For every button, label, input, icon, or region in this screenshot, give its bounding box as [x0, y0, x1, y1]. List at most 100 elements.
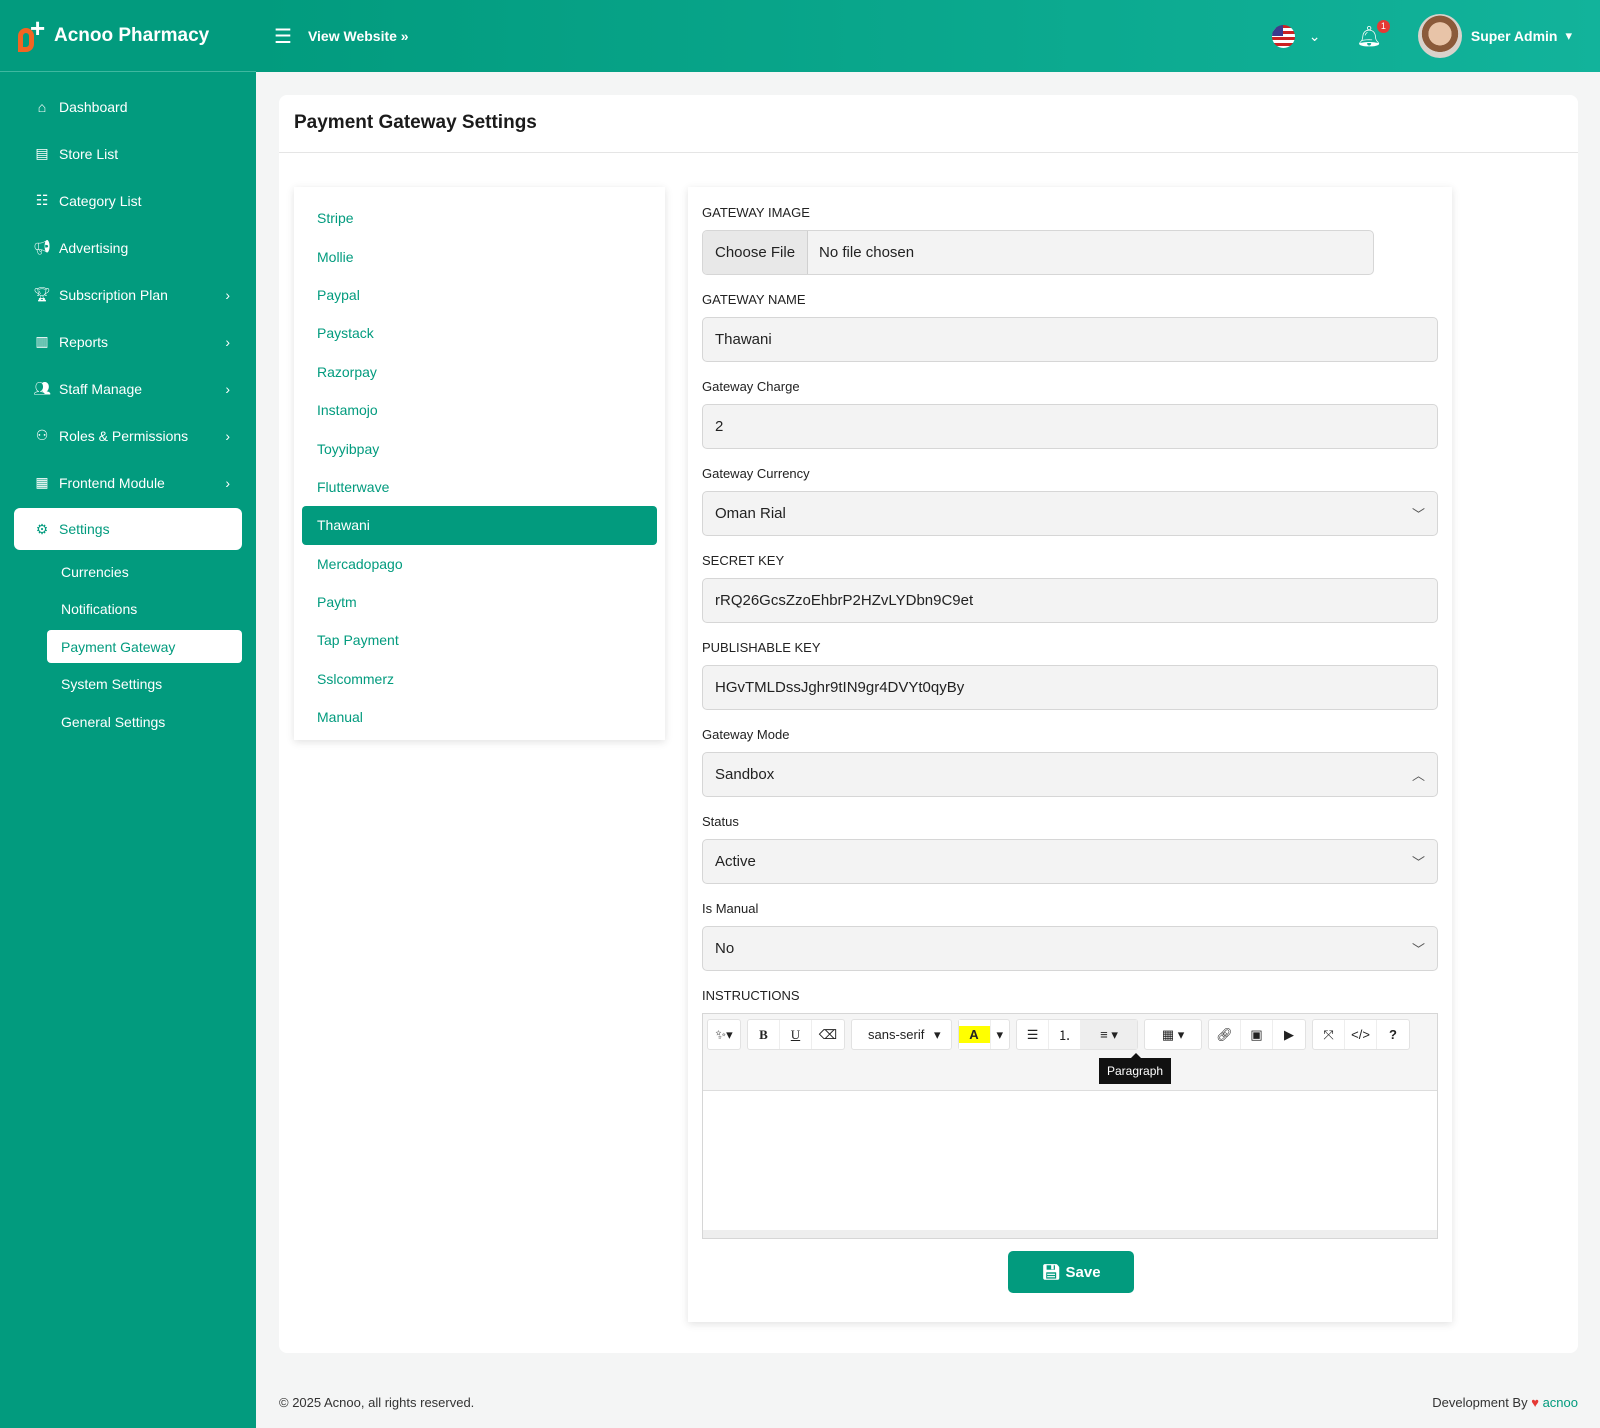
sidebar-item-dashboard[interactable]: ⌂ Dashboard: [0, 83, 242, 130]
sidebar-item-settings[interactable]: ⚙ Settings: [14, 508, 242, 550]
sidebar-item-reports[interactable]: ▥ Reports ›: [0, 318, 242, 365]
choose-file-button[interactable]: Choose File: [703, 231, 809, 274]
sidebar-item-label: Frontend Module: [59, 474, 165, 491]
status-select[interactable]: Active ﹀: [702, 839, 1438, 884]
status-value: Active: [715, 853, 756, 870]
gateway-image-input[interactable]: Choose File No file chosen: [702, 230, 1374, 275]
sidebar-subitem-payment-gateway[interactable]: Payment Gateway: [47, 630, 242, 663]
sidebar-subitem-notifications[interactable]: Notifications: [47, 593, 242, 626]
sidebar-item-staff-manage[interactable]: 👥︎ Staff Manage ›: [0, 365, 242, 412]
sidebar-item-store-list[interactable]: ▤ Store List: [0, 130, 242, 177]
view-website-label: View Website: [307, 28, 397, 44]
secret-key-input[interactable]: rRQ26GcsZzoEhbrP2HZvLYDbn9C9et: [702, 578, 1438, 623]
gateway-name-input[interactable]: Thawani: [702, 317, 1438, 362]
gateway-item-stripe[interactable]: Stripe: [302, 199, 657, 237]
language-chevron-down-icon[interactable]: ⌄: [1309, 28, 1321, 45]
save-button[interactable]: 💾︎ Save: [1008, 1251, 1134, 1293]
image-icon[interactable]: ▣: [1241, 1020, 1274, 1049]
gateway-currency-select[interactable]: Oman Rial ﹀: [702, 491, 1438, 536]
video-icon[interactable]: ▶: [1273, 1020, 1305, 1049]
sidebar-subitem-system-settings[interactable]: System Settings: [47, 668, 242, 701]
font-family-select[interactable]: sans-serif ▾: [852, 1020, 951, 1049]
chevron-right-icon: ›: [225, 286, 230, 303]
paragraph-align-icon[interactable]: ≡ ▾: [1081, 1020, 1138, 1049]
brand-name: Acnoo Pharmacy: [54, 24, 210, 46]
gateway-mode-label: Gateway Mode: [702, 727, 790, 742]
menu-toggle-icon[interactable]: ☰: [274, 24, 292, 49]
dashboard-icon: ⌂: [37, 98, 47, 115]
notification-bell-icon[interactable]: 🔔︎ 1: [1356, 19, 1390, 49]
footer: © 2025 Acnoo, all rights reserved. Devel…: [256, 1377, 1600, 1428]
instructions-editor: ✨︎▾ B U ⌫ sans-serif ▾ A ▾ ☰ ⒈ ≡ ▾ ▦ ▾ 🔗︎ ▣ ▶ ⤧…: [702, 1013, 1438, 1239]
sidebar-item-frontend-module[interactable]: ▦ Frontend Module ›: [0, 459, 242, 506]
acnoo-link[interactable]: acnoo: [1543, 1395, 1578, 1410]
gateway-item-sslcommerz[interactable]: Sslcommerz: [302, 660, 657, 698]
font-value: sans-serif: [868, 1027, 925, 1042]
gateway-mode-select[interactable]: Sandbox ︿: [702, 752, 1438, 797]
gateway-item-tap-payment[interactable]: Tap Payment: [302, 621, 657, 659]
table-icon[interactable]: ▦ ▾: [1145, 1020, 1201, 1049]
us-flag-icon[interactable]: [1271, 24, 1295, 48]
chevron-right-icon: ›: [225, 474, 230, 491]
megaphone-icon: 📢︎: [33, 239, 51, 255]
user-name[interactable]: Super Admin: [1471, 28, 1558, 44]
sidebar: + Acnoo Pharmacy ⌂ Dashboard ▤ Store List ☷ C…: [0, 0, 256, 1428]
gateway-item-instamojo[interactable]: Instamojo: [302, 391, 657, 429]
user-chevron-down-icon[interactable]: ▾: [1565, 28, 1572, 44]
publishable-key-input[interactable]: HGvTMLDssJghr9tIN9gr4DVYt0qyBy: [702, 665, 1438, 710]
gateway-currency-label: Gateway Currency: [702, 466, 810, 481]
view-website-link[interactable]: View Website »: [308, 28, 409, 44]
gateway-item-paystack[interactable]: Paystack: [302, 314, 657, 352]
sidebar-subitem-currencies[interactable]: Currencies: [47, 555, 242, 588]
sidebar-item-label: Settings: [59, 521, 110, 537]
instructions-textarea[interactable]: [703, 1090, 1437, 1230]
logo-icon: +: [16, 15, 48, 54]
magic-style-icon[interactable]: ✨︎▾: [708, 1020, 740, 1049]
gateway-item-paytm[interactable]: Paytm: [302, 583, 657, 621]
underline-icon[interactable]: U: [780, 1020, 812, 1049]
publishable-key-label: PUBLISHABLE KEY: [702, 640, 821, 655]
gateway-item-flutterwave[interactable]: Flutterwave: [302, 468, 657, 506]
gateway-item-manual[interactable]: Manual: [302, 698, 657, 736]
currency-value: Oman Rial: [715, 505, 786, 522]
code-view-icon[interactable]: </>: [1345, 1020, 1378, 1049]
gateway-item-paypal[interactable]: Paypal: [302, 276, 657, 314]
unordered-list-icon[interactable]: ☰: [1017, 1020, 1050, 1049]
chevron-down-icon: ﹀: [1411, 507, 1425, 522]
gateway-item-mercadopago[interactable]: Mercadopago: [302, 545, 657, 583]
top-header: ☰ View Website » ⌄ 🔔︎ 1 Super Admin ▾: [256, 0, 1600, 72]
color-dropdown-icon[interactable]: ▾: [991, 1020, 1010, 1049]
sidebar-item-subscription-plan[interactable]: 🏆︎ Subscription Plan ›: [0, 271, 242, 318]
avatar[interactable]: [1417, 14, 1462, 58]
gateway-item-razorpay[interactable]: Razorpay: [302, 353, 657, 391]
resize-handle[interactable]: [703, 1230, 1437, 1238]
eraser-icon[interactable]: ⌫: [812, 1020, 844, 1049]
sidebar-item-roles-permissions[interactable]: ⚇ Roles & Permissions ›: [0, 412, 242, 459]
gateway-charge-input[interactable]: 2: [702, 404, 1438, 449]
help-icon[interactable]: ?: [1377, 1020, 1409, 1049]
gateway-item-thawani[interactable]: Thawani: [302, 506, 657, 545]
secret-key-label: SECRET KEY: [702, 553, 785, 568]
link-icon[interactable]: 🔗︎: [1209, 1020, 1242, 1049]
gateway-item-mollie[interactable]: Mollie: [302, 237, 657, 275]
is-manual-label: Is Manual: [702, 901, 759, 916]
chevron-up-icon: ︿: [1411, 768, 1425, 783]
gateway-item-toyyibpay[interactable]: Toyyibpay: [302, 429, 657, 467]
sidebar-item-category-list[interactable]: ☷ Category List: [0, 177, 242, 224]
sidebar-subitem-general-settings[interactable]: General Settings: [47, 705, 242, 738]
store-icon: ▤: [35, 145, 49, 161]
brand[interactable]: + Acnoo Pharmacy: [0, 0, 256, 72]
status-label: Status: [702, 814, 739, 829]
chevron-right-icon: ›: [225, 333, 230, 350]
ordered-list-icon[interactable]: ⒈: [1049, 1020, 1082, 1049]
sidebar-item-advertising[interactable]: 📢︎ Advertising: [0, 224, 242, 271]
gateway-charge-label: Gateway Charge: [702, 379, 800, 394]
chevron-right-icon: ›: [225, 380, 230, 397]
settings-card: Payment Gateway Settings Stripe Mollie Pay…: [279, 95, 1578, 1353]
developer-credit: Development By ♥ acnoo: [1432, 1395, 1578, 1410]
text-color-icon[interactable]: A: [958, 1020, 991, 1049]
is-manual-select[interactable]: No ﹀: [702, 926, 1438, 971]
fullscreen-icon[interactable]: ⤧: [1313, 1020, 1346, 1049]
bold-icon[interactable]: B: [748, 1020, 780, 1049]
gateway-list: Stripe Mollie Paypal Paystack Razorpay Instam…: [294, 187, 665, 740]
